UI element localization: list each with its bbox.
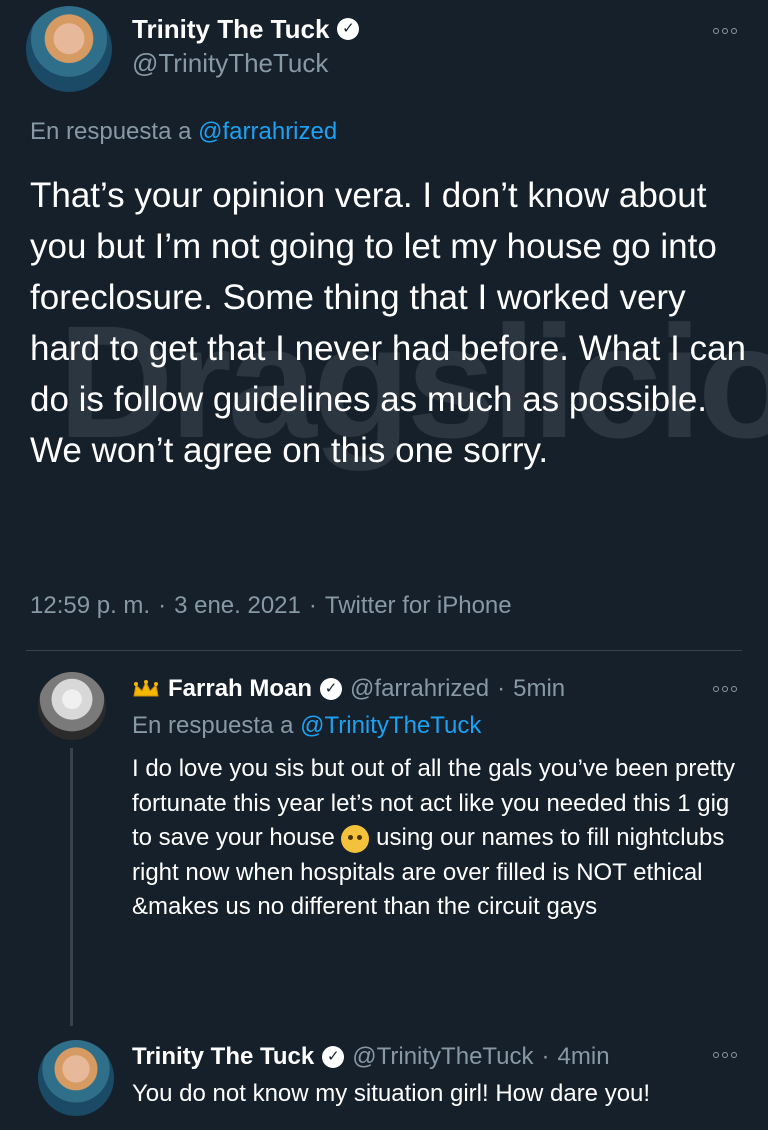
meta-separator: · <box>308 592 317 619</box>
crown-emoji-icon <box>133 680 159 697</box>
verified-badge-icon: ✓ <box>322 1046 345 1068</box>
reply-prefix: En respuesta a <box>30 118 192 145</box>
reply-author-handle[interactable]: @TrinityTheTuck <box>352 1043 533 1071</box>
verified-badge-icon: ✓ <box>337 18 360 40</box>
meta-separator: · <box>158 592 167 619</box>
reply-to-line: En respuesta a @farrahrized <box>30 118 337 146</box>
thread-line <box>70 748 73 1026</box>
more-options-icon[interactable] <box>710 1048 740 1062</box>
tweet-date[interactable]: 3 ene. 2021 <box>174 592 301 620</box>
reply-to-handle[interactable]: @farrahrized <box>198 118 337 145</box>
tweet-text: That’s your opinion vera. I don’t know a… <box>30 176 746 470</box>
meta-separator: · <box>497 675 506 702</box>
verified-badge-icon: ✓ <box>320 678 343 700</box>
reply-to-line: En respuesta a @TrinityTheTuck <box>132 712 481 740</box>
author-name-row: Trinity The Tuck ✓ <box>132 12 360 46</box>
reply-header: Trinity The Tuck ✓ @TrinityTheTuck · 4mi… <box>132 1040 610 1074</box>
reply-avatar[interactable] <box>38 1040 114 1116</box>
tweet-source[interactable]: Twitter for iPhone <box>325 592 512 620</box>
reply-author-name[interactable]: Trinity The Tuck <box>132 1043 314 1071</box>
reply-text: You do not know my situation girl! How d… <box>132 1080 651 1107</box>
divider <box>26 650 742 651</box>
reply-header: Farrah Moan ✓ @farrahrized · 5min <box>132 672 565 706</box>
more-options-icon[interactable] <box>710 24 740 38</box>
tweet-meta: 12:59 p. m. · 3 ene. 2021 · Twitter for … <box>30 592 512 620</box>
author-avatar[interactable] <box>26 6 112 92</box>
raised-eyebrow-emoji-icon <box>341 824 370 853</box>
author-handle[interactable]: @TrinityTheTuck <box>132 48 328 79</box>
more-options-icon[interactable] <box>710 682 740 696</box>
reply-text: I do love you sis but out of all the gal… <box>132 752 748 925</box>
author-name[interactable]: Trinity The Tuck <box>132 14 329 45</box>
reply-author-handle[interactable]: @farrahrized <box>350 675 489 703</box>
reply-avatar[interactable] <box>38 672 106 740</box>
tweet-time[interactable]: 12:59 p. m. <box>30 592 150 620</box>
meta-separator: · <box>541 1043 550 1070</box>
reply-time-ago[interactable]: 4min <box>558 1043 610 1071</box>
reply-to-handle[interactable]: @TrinityTheTuck <box>300 712 481 739</box>
reply-time-ago[interactable]: 5min <box>513 675 565 703</box>
reply-author-name[interactable]: Farrah Moan <box>168 675 312 703</box>
reply-prefix: En respuesta a <box>132 712 294 739</box>
